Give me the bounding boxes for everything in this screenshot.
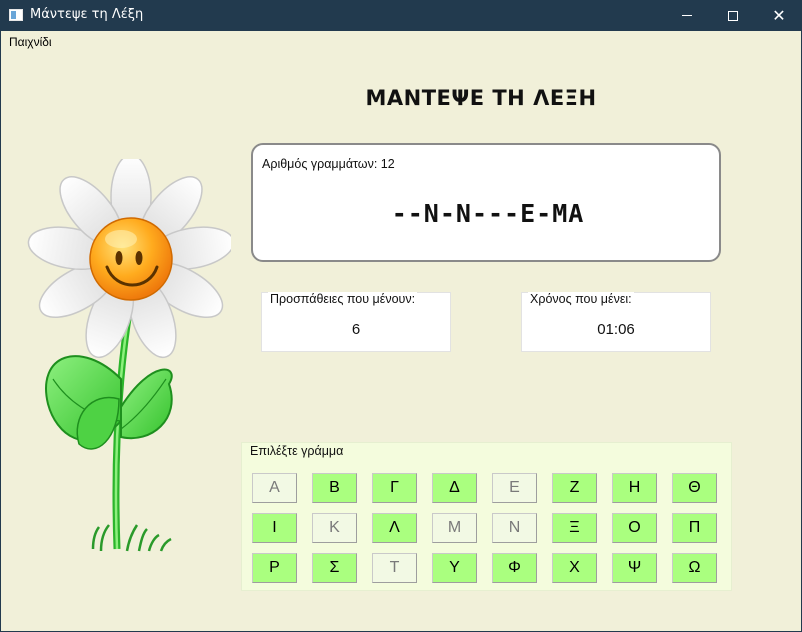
- letter-button[interactable]: Ψ: [612, 553, 657, 583]
- letter-button[interactable]: Χ: [552, 553, 597, 583]
- letter-button[interactable]: Ξ: [552, 513, 597, 543]
- letter-button[interactable]: Ρ: [252, 553, 297, 583]
- window-title: Μάντεψε τη Λέξη: [30, 7, 144, 22]
- maximize-icon: [728, 10, 738, 21]
- close-button[interactable]: ✕: [756, 0, 802, 31]
- game-title: ΜΑΝΤΕΨΕ ΤΗ ΛΕΞΗ: [365, 86, 597, 110]
- timer-label: Χρόνος που μένει:: [528, 292, 634, 306]
- letter-button[interactable]: Θ: [672, 473, 717, 503]
- attempts-box: Προσπάθειες που μένουν: 6: [261, 292, 451, 352]
- letter-picker-label: Επιλέξτε γράμμα: [250, 444, 344, 458]
- title-bar: Μάντεψε τη Λέξη ✕: [0, 0, 802, 31]
- masked-word: --N-N---E-MA: [391, 199, 585, 228]
- letter-button[interactable]: Π: [672, 513, 717, 543]
- letter-button[interactable]: Τ: [372, 553, 417, 583]
- letter-button[interactable]: Ι: [252, 513, 297, 543]
- game-window: Παιχνίδι ΜΑΝΤΕΨΕ ΤΗ ΛΕΞΗ Αριθμός γραμμάτ…: [1, 31, 801, 631]
- letter-button[interactable]: Ο: [612, 513, 657, 543]
- letter-button[interactable]: Ω: [672, 553, 717, 583]
- minimize-button[interactable]: [664, 0, 710, 31]
- menu-game[interactable]: Παιχνίδι: [9, 35, 52, 49]
- letter-button[interactable]: Ζ: [552, 473, 597, 503]
- app-icon: [9, 9, 23, 21]
- letter-button[interactable]: Δ: [432, 473, 477, 503]
- close-icon: ✕: [772, 5, 786, 25]
- word-panel: Αριθμός γραμμάτων: 12 --N-N---E-MA: [251, 143, 721, 262]
- minimize-icon: [682, 15, 692, 16]
- letter-button[interactable]: Γ: [372, 473, 417, 503]
- timer-box: Χρόνος που μένει: 01:06: [521, 292, 711, 352]
- letter-button[interactable]: Κ: [312, 513, 357, 543]
- letters-count-label: Αριθμός γραμμάτων: 12: [262, 157, 395, 171]
- smiling-daisy-illustration: [27, 159, 231, 552]
- letter-button[interactable]: Λ: [372, 513, 417, 543]
- letter-button[interactable]: Σ: [312, 553, 357, 583]
- letter-button[interactable]: Η: [612, 473, 657, 503]
- letter-button[interactable]: Ε: [492, 473, 537, 503]
- menu-bar: Παιχνίδι: [1, 31, 801, 51]
- letter-button[interactable]: Ν: [492, 513, 537, 543]
- letter-button[interactable]: Β: [312, 473, 357, 503]
- letter-button[interactable]: Υ: [432, 553, 477, 583]
- timer-value: 01:06: [597, 321, 635, 338]
- letter-button[interactable]: Μ: [432, 513, 477, 543]
- maximize-button[interactable]: [710, 0, 756, 31]
- attempts-value: 6: [351, 321, 361, 338]
- letter-button[interactable]: Α: [252, 473, 297, 503]
- letter-button[interactable]: Φ: [492, 553, 537, 583]
- attempts-label: Προσπάθειες που μένουν:: [268, 292, 418, 306]
- letter-picker: Επιλέξτε γράμμα ΑΒΓΔΕΖΗΘ ΙΚΛΜΝΞΟΠ ΡΣΤΥΦΧΨΩ: [241, 442, 732, 591]
